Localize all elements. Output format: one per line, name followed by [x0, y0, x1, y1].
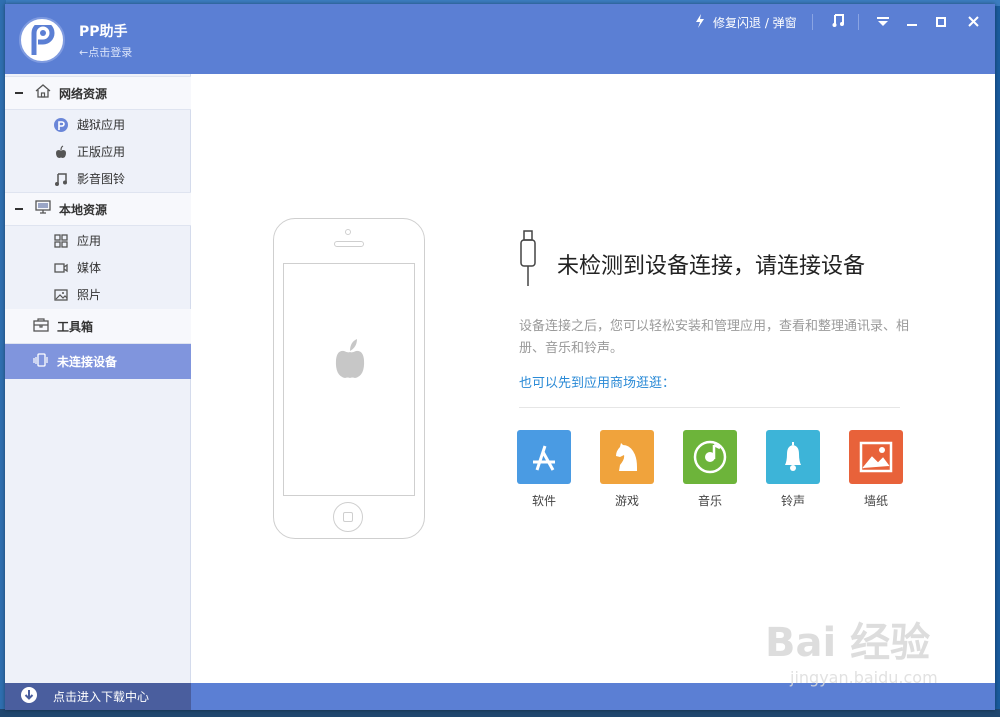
sidebar-item-jailbreak-apps[interactable]: 越狱应用: [5, 111, 191, 138]
minimize-icon: [907, 12, 917, 31]
toolbar-separator: [812, 14, 813, 30]
minimize-button[interactable]: [900, 10, 924, 32]
menu-button[interactable]: [871, 10, 895, 32]
download-center-button[interactable]: 点击进入下载中心: [5, 683, 191, 710]
photo-icon: [53, 287, 69, 303]
usb-cable-icon: [519, 230, 537, 292]
music-disc-icon: [683, 430, 737, 484]
repair-button[interactable]: 修复闪退 / 弹窗: [695, 14, 797, 31]
collapse-icon: [15, 92, 23, 94]
divider: [519, 407, 900, 408]
store-music[interactable]: 音乐: [682, 430, 738, 509]
device-icon: [33, 352, 49, 371]
chess-knight-icon: [600, 430, 654, 484]
lightning-icon: [695, 14, 705, 31]
video-icon: [53, 260, 69, 276]
close-icon: [967, 12, 979, 31]
download-label: 点击进入下载中心: [53, 690, 150, 704]
sidebar-item-apps[interactable]: 应用: [5, 227, 191, 254]
wallpaper-icon: [849, 430, 903, 484]
sidebar-item-label: 影音图铃: [77, 172, 126, 186]
sidebar-item-label: 照片: [77, 288, 102, 302]
app-store-icon: [517, 430, 571, 484]
sidebar-item-media-ringtones[interactable]: 影音图铃: [5, 165, 191, 192]
sidebar-item-no-device[interactable]: 未连接设备: [5, 344, 191, 379]
store-wallpapers[interactable]: 墙纸: [848, 430, 904, 509]
maximize-icon: [936, 12, 946, 31]
phone-screen: [283, 263, 415, 496]
login-link[interactable]: ←点击登录: [79, 44, 132, 60]
phone-home-button: [333, 502, 363, 532]
music-button[interactable]: [826, 10, 850, 32]
sidebar-item-label: 媒体: [77, 261, 102, 275]
section-label: 本地资源: [59, 202, 108, 217]
section-network-resources[interactable]: 网络资源: [5, 76, 191, 110]
phone-speaker: [334, 241, 364, 247]
toolbox-icon: [33, 317, 49, 336]
baidu-watermark-url: jingyan.baidu.com: [790, 668, 938, 687]
close-button[interactable]: [961, 10, 985, 32]
pp-icon: [53, 117, 69, 133]
repair-label: 修复闪退 / 弹窗: [713, 16, 797, 30]
store-label: 铃声: [780, 494, 805, 508]
sidebar-item-media[interactable]: 媒体: [5, 254, 191, 281]
home-icon: [35, 83, 51, 103]
sidebar-item-genuine-apps[interactable]: 正版应用: [5, 138, 191, 165]
maximize-button[interactable]: [929, 10, 953, 32]
store-software[interactable]: 软件: [516, 430, 572, 509]
store-ringtones[interactable]: 铃声: [765, 430, 821, 509]
sidebar-item-photos[interactable]: 照片: [5, 281, 191, 308]
description-text: 设备连接之后，您可以轻松安装和管理应用，查看和整理通讯录、相册、音乐和铃声。: [519, 319, 910, 356]
sidebar-item-toolbox[interactable]: 工具箱: [5, 309, 191, 344]
app-name: PP助手: [79, 24, 128, 40]
baidu-watermark: Bai 经验: [765, 620, 931, 666]
pp-logo[interactable]: [19, 17, 65, 63]
store-link[interactable]: 也可以先到应用商场逛逛：: [519, 372, 675, 391]
store-label: 游戏: [614, 494, 639, 508]
apple-logo-icon: [332, 336, 368, 384]
desktop-taskbar-strip: [0, 709, 1000, 717]
toolbar-separator: [858, 14, 859, 30]
status-bar: 点击进入下载中心: [5, 683, 995, 710]
bell-icon: [766, 430, 820, 484]
music-note-icon: [53, 171, 69, 187]
sidebar-item-label: 应用: [77, 234, 102, 248]
download-icon: [21, 686, 37, 707]
store-label: 墙纸: [863, 494, 888, 508]
collapse-icon: [15, 208, 23, 210]
phone-illustration: [273, 218, 425, 539]
app-window: PP助手 ←点击登录 修复闪退 / 弹窗 网络资源 越狱应用 正版应用 影音图铃…: [5, 4, 995, 710]
sidebar-item-label: 工具箱: [57, 319, 94, 334]
sidebar-item-label: 越狱应用: [77, 118, 126, 132]
section-local-resources[interactable]: 本地资源: [5, 192, 191, 226]
dropdown-menu-icon: [877, 12, 889, 31]
grid-icon: [53, 233, 69, 249]
monitor-icon: [35, 199, 51, 219]
store-label: 软件: [531, 494, 556, 508]
store-games[interactable]: 游戏: [599, 430, 655, 509]
title-bar: PP助手 ←点击登录 修复闪退 / 弹窗: [5, 4, 995, 74]
music-note-icon: [832, 12, 844, 31]
apple-icon: [53, 144, 69, 160]
no-device-headline: 未检测到设备连接，请连接设备: [557, 254, 866, 279]
sidebar-item-label: 未连接设备: [57, 355, 118, 369]
store-label: 音乐: [697, 494, 722, 508]
section-label: 网络资源: [59, 86, 108, 101]
sidebar: 网络资源 越狱应用 正版应用 影音图铃 本地资源 应用 媒体 照片 工具箱 未连…: [5, 74, 191, 683]
sidebar-item-label: 正版应用: [77, 145, 126, 159]
phone-camera: [345, 229, 351, 235]
